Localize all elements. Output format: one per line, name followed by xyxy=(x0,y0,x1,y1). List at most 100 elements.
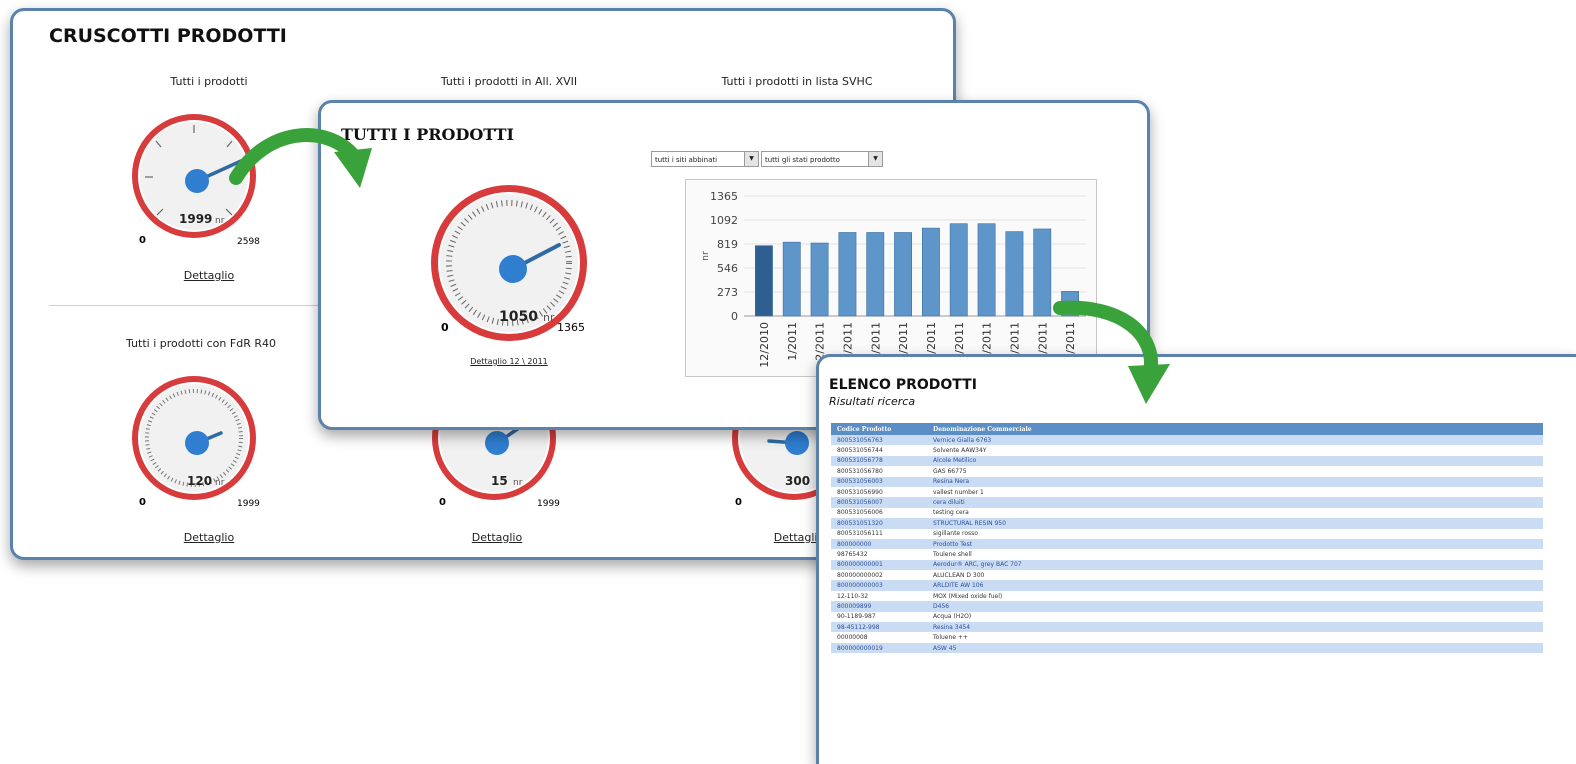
cell-product-code: 800531056744 xyxy=(831,445,927,456)
cell-product-code: 800531056006 xyxy=(831,507,927,519)
gauge-label-all-xvii: Tutti i prodotti in All. XVII xyxy=(440,75,578,88)
list-subtitle: Risultati ricerca xyxy=(829,395,916,408)
table-row[interactable]: 800531056780 GAS 66775 xyxy=(831,466,1543,477)
gauge-unit-text: nr xyxy=(215,478,225,488)
states-select-value: tutti gli stati prodotto xyxy=(765,156,840,164)
bar[interactable] xyxy=(810,242,829,317)
chevron-down-icon: ▼ xyxy=(868,152,882,166)
bar[interactable] xyxy=(1005,231,1024,317)
table-row[interactable]: 800531056778 Alcole Metilico xyxy=(831,455,1543,467)
y-tick-label: 0 xyxy=(731,310,738,323)
gauge-label-svhc: Tutti i prodotti in lista SVHC xyxy=(721,75,873,88)
dettaglio-link[interactable]: Dettaglio 12 \ 2011 xyxy=(449,357,569,366)
cell-product-name: Alcole Metilico xyxy=(927,455,1543,467)
sites-select-value: tutti i siti abbinati xyxy=(655,156,718,164)
table-row[interactable]: 800531056744 Solvente AAW34Y xyxy=(831,445,1543,456)
table-row[interactable]: 90-1189-987 Acqua (H2O) xyxy=(831,611,1543,623)
table-row[interactable]: 800531056003 Resina Nera xyxy=(831,476,1543,487)
bar[interactable] xyxy=(866,232,885,317)
table-row[interactable]: 800000000001 Aerodur® ARC, grey BAC 707 xyxy=(831,559,1543,571)
product-table: Codice Prodotto Denominazione Commercial… xyxy=(831,423,1543,654)
cell-product-name: ARLDITE AW 106 xyxy=(927,580,1543,591)
bar[interactable] xyxy=(1033,228,1052,317)
cell-product-name: sigillante rosso xyxy=(927,528,1543,539)
table-row[interactable]: 800009899 D456 xyxy=(831,601,1543,612)
table-row[interactable]: 00000008 Toluene ++ xyxy=(831,632,1543,643)
table-row[interactable]: 800000000 Prodotto Test xyxy=(831,538,1543,550)
gauge-unit-text: nr xyxy=(215,216,225,226)
bar[interactable] xyxy=(949,223,968,317)
cell-product-code: 800000000002 xyxy=(831,570,927,581)
cell-product-name: GAS 66775 xyxy=(927,466,1543,477)
y-tick-label: 819 xyxy=(717,238,738,251)
cell-product-name: Resina 3454 xyxy=(927,622,1543,633)
bar[interactable] xyxy=(977,223,996,317)
chart-svg: 136510928195462730nr12/2010 1/2011 2/2011 3… xyxy=(701,190,1086,368)
dettaglio-link[interactable]: Dettaglio xyxy=(437,531,557,544)
gauge-value-text: 300 xyxy=(785,474,810,488)
table-row[interactable]: 800531056006 testing cera xyxy=(831,507,1543,519)
cell-product-code: 800000000001 xyxy=(831,559,927,571)
chevron-down-icon: ▼ xyxy=(744,152,758,166)
table-row[interactable]: 800531056763 Vernice Gialla 6763 xyxy=(831,435,1543,446)
table-row[interactable]: 800531051320 STRUCTURAL RESIN 950 xyxy=(831,518,1543,529)
cell-product-name: ALUCLEAN D 300 xyxy=(927,570,1543,581)
gauge-dial: 120 nr xyxy=(132,376,256,500)
bar[interactable] xyxy=(838,232,857,317)
cell-product-name: Aerodur® ARC, grey BAC 707 xyxy=(927,559,1543,571)
cell-product-code: 800531056003 xyxy=(831,476,927,487)
gauge-min: 0 xyxy=(139,497,146,508)
cell-product-code: 00000008 xyxy=(831,632,927,643)
y-tick-label: 273 xyxy=(717,286,738,299)
product-list-panel: ELENCO PRODOTTI Risultati ricerca Codice… xyxy=(816,354,1576,764)
y-tick-label: 1092 xyxy=(710,214,738,227)
cell-product-name: MOX (Mixed oxide fuel) xyxy=(927,590,1543,602)
table-row[interactable]: 800000000019 ASW 45 xyxy=(831,642,1543,654)
gauge-min: 0 xyxy=(441,321,449,334)
table-row[interactable]: 800000000003 ARLDITE AW 106 xyxy=(831,580,1543,591)
cell-product-code: 800531056763 xyxy=(831,435,927,446)
cell-product-name: Acqua (H2O) xyxy=(927,611,1543,623)
cell-product-code: 800531056778 xyxy=(831,455,927,467)
bar[interactable] xyxy=(894,232,913,317)
bar[interactable] xyxy=(754,245,773,317)
column-header-code[interactable]: Codice Prodotto xyxy=(831,423,927,435)
table-row[interactable]: 800531056007 cera diluiti xyxy=(831,497,1543,508)
gauge-unit-text: nr xyxy=(513,478,523,488)
gauge-value-text: 1050 xyxy=(499,309,538,325)
cell-product-name: Prodotto Test xyxy=(927,538,1543,550)
arrow-icon xyxy=(1053,300,1170,404)
column-header-name[interactable]: Denominazione Commerciale xyxy=(927,423,1543,435)
bar[interactable] xyxy=(782,241,801,317)
table-row[interactable]: 800531056111 sigillante rosso xyxy=(831,528,1543,539)
cell-product-code: 800000000003 xyxy=(831,580,927,591)
y-tick-label: 1365 xyxy=(710,190,738,203)
table-row[interactable]: 800000000002 ALUCLEAN D 300 xyxy=(831,570,1543,581)
dettaglio-link[interactable]: Dettaglio xyxy=(149,269,269,282)
cell-product-name: Toluene ++ xyxy=(927,632,1543,643)
gauge-min: 0 xyxy=(439,497,446,508)
gauge-max: 2598 xyxy=(237,237,260,247)
x-tick-label: 1/2011 xyxy=(786,322,799,361)
table-row[interactable]: 800531056990 vallest number 1 xyxy=(831,486,1543,498)
table-row[interactable]: 12-110-32 MOX (Mixed oxide fuel) xyxy=(831,590,1543,602)
table-row[interactable]: 98765432 Toulene shell xyxy=(831,549,1543,560)
cell-product-code: 800000000019 xyxy=(831,642,927,654)
cell-product-name: vallest number 1 xyxy=(927,486,1543,498)
table-row[interactable]: 98-45112-998 Resina 3454 xyxy=(831,622,1543,633)
gauge-max: 1365 xyxy=(557,321,585,334)
gauge-value-text: 120 xyxy=(187,474,212,488)
cell-product-name: Toulene shell xyxy=(927,549,1543,560)
cell-product-code: 98765432 xyxy=(831,549,927,560)
sites-select[interactable]: tutti i siti abbinati ▼ xyxy=(651,151,759,167)
bar[interactable] xyxy=(921,227,940,317)
gauge-unit-text: nr xyxy=(543,311,555,324)
x-tick-label: 12/2010 xyxy=(758,322,771,368)
list-title: ELENCO PRODOTTI xyxy=(829,377,977,393)
arrow-icon xyxy=(229,128,372,188)
dettaglio-link[interactable]: Dettaglio xyxy=(149,531,269,544)
y-tick-label: 546 xyxy=(717,262,738,275)
cell-product-name: testing cera xyxy=(927,507,1543,519)
states-select[interactable]: tutti gli stati prodotto ▼ xyxy=(761,151,883,167)
cell-product-code: 90-1189-987 xyxy=(831,611,927,623)
